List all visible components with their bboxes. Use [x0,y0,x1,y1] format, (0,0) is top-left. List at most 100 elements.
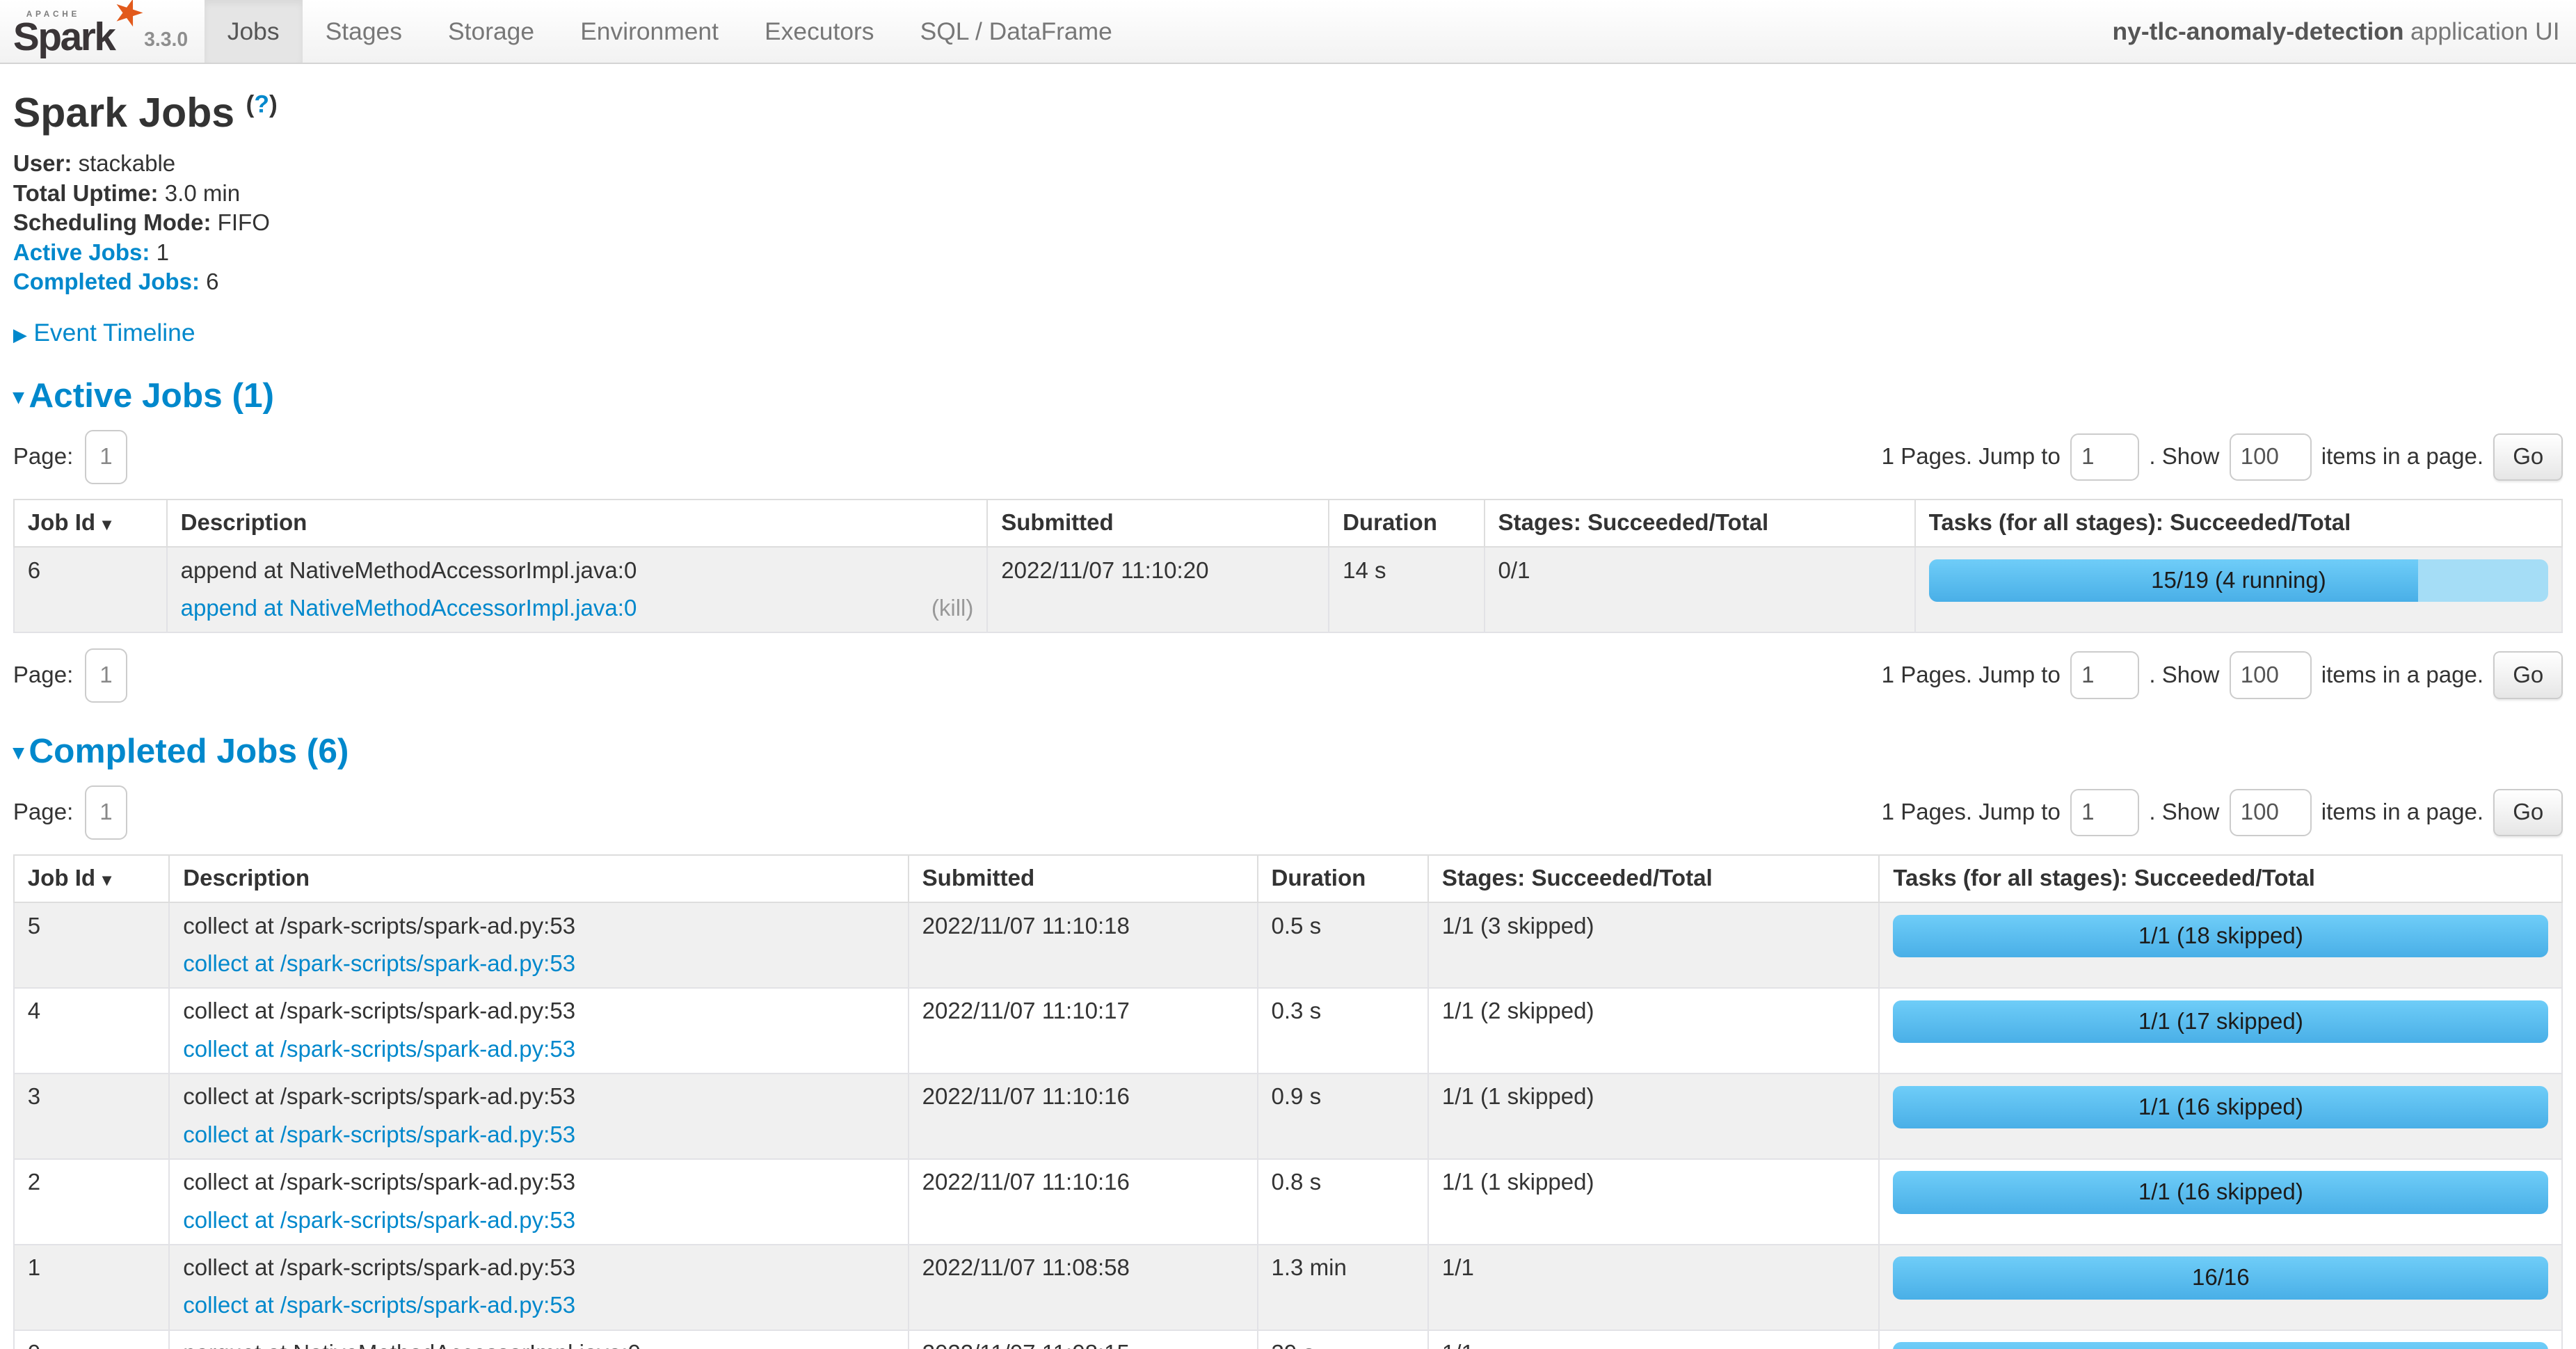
spark-brand-label: Spark [13,18,115,58]
job-description-link[interactable]: collect at /spark-scripts/spark-ad.py:53 [183,951,575,977]
tab-executors[interactable]: Executors [742,0,897,63]
content: Spark Jobs (?) User: stackable Total Upt… [0,89,2576,1349]
summary-uptime: Total Uptime: 3.0 min [13,182,2563,205]
job-submitted-cell: 2022/11/07 11:10:20 [987,547,1329,632]
job-id-cell: 3 [14,1073,169,1159]
tasks-progress-label: 1/1 (16 skipped) [1893,1171,2548,1213]
job-row: 1collect at /spark-scripts/spark-ad.py:5… [14,1245,2562,1330]
col-job-id[interactable]: Job Id▼ [14,500,167,547]
go-button[interactable]: Go [2493,433,2563,481]
job-description-cell: collect at /spark-scripts/spark-ad.py:53… [169,1245,908,1330]
help-icon[interactable]: ? [254,90,269,118]
tasks-progress-bar: 16/16 [1893,1256,2548,1299]
job-duration-cell: 14 s [1329,547,1484,632]
job-row: 2collect at /spark-scripts/spark-ad.py:5… [14,1159,2562,1245]
tab-sql-dataframe[interactable]: SQL / DataFrame [897,0,1135,63]
job-row: 5collect at /spark-scripts/spark-ad.py:5… [14,902,2562,988]
col-description[interactable]: Description [167,500,988,547]
jump-to-input[interactable] [2070,789,2139,836]
application-title: ny-tlc-anomaly-detection application UI [2113,0,2576,63]
job-description-link[interactable]: collect at /spark-scripts/spark-ad.py:53 [183,1122,575,1148]
items-text: items in a page. [2321,799,2483,826]
kill-link[interactable]: (kill) [931,596,974,622]
summary-completed-jobs: Completed Jobs: 6 [13,271,2563,294]
job-tasks-cell: 1/1 [1879,1330,2562,1349]
job-id-cell: 4 [14,988,169,1073]
job-description: collect at /spark-scripts/spark-ad.py:53 [183,1255,895,1282]
tasks-progress-bar: 1/1 (18 skipped) [1893,915,2548,957]
active-jobs-header-row: Job Id▼ Description Submitted Duration S… [14,500,2562,547]
job-tasks-cell: 1/1 (16 skipped) [1879,1073,2562,1159]
application-name: ny-tlc-anomaly-detection [2113,17,2404,46]
job-description: collect at /spark-scripts/spark-ad.py:53 [183,913,895,940]
job-description-cell: collect at /spark-scripts/spark-ad.py:53… [169,1073,908,1159]
go-button[interactable]: Go [2493,789,2563,836]
collapse-right-icon: ▶ [13,324,27,345]
job-stages-cell: 1/1 (3 skipped) [1428,902,1879,988]
page-label: Page: [13,662,73,689]
job-description-link[interactable]: collect at /spark-scripts/spark-ad.py:53 [183,1293,575,1318]
col-duration[interactable]: Duration [1258,855,1428,902]
tab-storage[interactable]: Storage [425,0,557,63]
go-button[interactable]: Go [2493,651,2563,699]
spark-version: 3.3.0 [144,29,188,58]
job-duration-cell: 0.8 s [1258,1159,1428,1245]
job-stages-cell: 1/1 (1 skipped) [1428,1159,1879,1245]
page-number-input[interactable] [85,430,127,484]
active-jobs-heading[interactable]: ▾Active Jobs (1) [13,375,2563,415]
tab-stages[interactable]: Stages [303,0,425,63]
col-submitted[interactable]: Submitted [909,855,1258,902]
tasks-progress-bar: 1/1 (16 skipped) [1893,1086,2548,1128]
summary-active-jobs: Active Jobs: 1 [13,241,2563,264]
job-row: 0parquet at NativeMethodAccessorImpl.jav… [14,1330,2562,1349]
page-number-input[interactable] [85,785,127,840]
tasks-progress-label: 16/16 [1893,1256,2548,1299]
nav-tabs: Jobs Stages Storage Environment Executor… [205,0,1135,63]
job-stages-cell: 0/1 [1485,547,1915,632]
tasks-progress-bar: 1/1 (16 skipped) [1893,1171,2548,1213]
col-duration[interactable]: Duration [1329,500,1484,547]
pages-jump-text: 1 Pages. Jump to [1882,444,2061,470]
job-tasks-cell: 1/1 (18 skipped) [1879,902,2562,988]
page-title: Spark Jobs (?) [13,89,2563,136]
job-stages-cell: 1/1 [1428,1245,1879,1330]
summary-scheduling-mode: Scheduling Mode: FIFO [13,211,2563,234]
jump-to-input[interactable] [2070,433,2139,481]
col-tasks[interactable]: Tasks (for all stages): Succeeded/Total [1879,855,2562,902]
active-jobs-link[interactable]: Active Jobs: [13,240,150,266]
completed-jobs-heading[interactable]: ▾Completed Jobs (6) [13,731,2563,771]
page-number-input[interactable] [85,648,127,703]
col-job-id[interactable]: Job Id▼ [14,855,169,902]
summary-user: User: stackable [13,152,2563,175]
items-per-page-input[interactable] [2230,651,2312,699]
job-submitted-cell: 2022/11/07 11:10:16 [909,1073,1258,1159]
collapse-down-icon: ▾ [13,740,24,764]
items-per-page-input[interactable] [2230,789,2312,836]
tab-jobs[interactable]: Jobs [205,0,303,63]
jump-to-input[interactable] [2070,651,2139,699]
items-per-page-input[interactable] [2230,433,2312,481]
completed-jobs-link[interactable]: Completed Jobs: [13,269,200,295]
job-description-link[interactable]: collect at /spark-scripts/spark-ad.py:53 [183,1208,575,1234]
completed-jobs-table: Job Id▼ Description Submitted Duration S… [13,854,2563,1349]
job-description-cell: append at NativeMethodAccessorImpl.java:… [167,547,988,632]
col-tasks[interactable]: Tasks (for all stages): Succeeded/Total [1915,500,2563,547]
col-submitted[interactable]: Submitted [987,500,1329,547]
active-jobs-table: Job Id▼ Description Submitted Duration S… [13,499,2563,633]
job-description-link[interactable]: append at NativeMethodAccessorImpl.java:… [181,596,637,621]
job-tasks-cell: 1/1 (16 skipped) [1879,1159,2562,1245]
sort-desc-icon: ▼ [99,516,115,534]
collapse-down-icon: ▾ [13,384,24,408]
col-stages[interactable]: Stages: Succeeded/Total [1428,855,1879,902]
job-description-link[interactable]: collect at /spark-scripts/spark-ad.py:53 [183,1037,575,1062]
tab-environment[interactable]: Environment [557,0,742,63]
job-row: 6append at NativeMethodAccessorImpl.java… [14,547,2562,632]
col-stages[interactable]: Stages: Succeeded/Total [1485,500,1915,547]
job-description-cell: parquet at NativeMethodAccessorImpl.java… [169,1330,908,1349]
job-description: collect at /spark-scripts/spark-ad.py:53 [183,998,895,1025]
event-timeline-toggle[interactable]: ▶Event Timeline [13,319,2563,347]
pager-completed-top: Page: 1 Pages. Jump to . Show items in a… [13,785,2563,840]
pager-active-bottom: Page: 1 Pages. Jump to . Show items in a… [13,648,2563,703]
col-description[interactable]: Description [169,855,908,902]
job-tasks-cell: 16/16 [1879,1245,2562,1330]
